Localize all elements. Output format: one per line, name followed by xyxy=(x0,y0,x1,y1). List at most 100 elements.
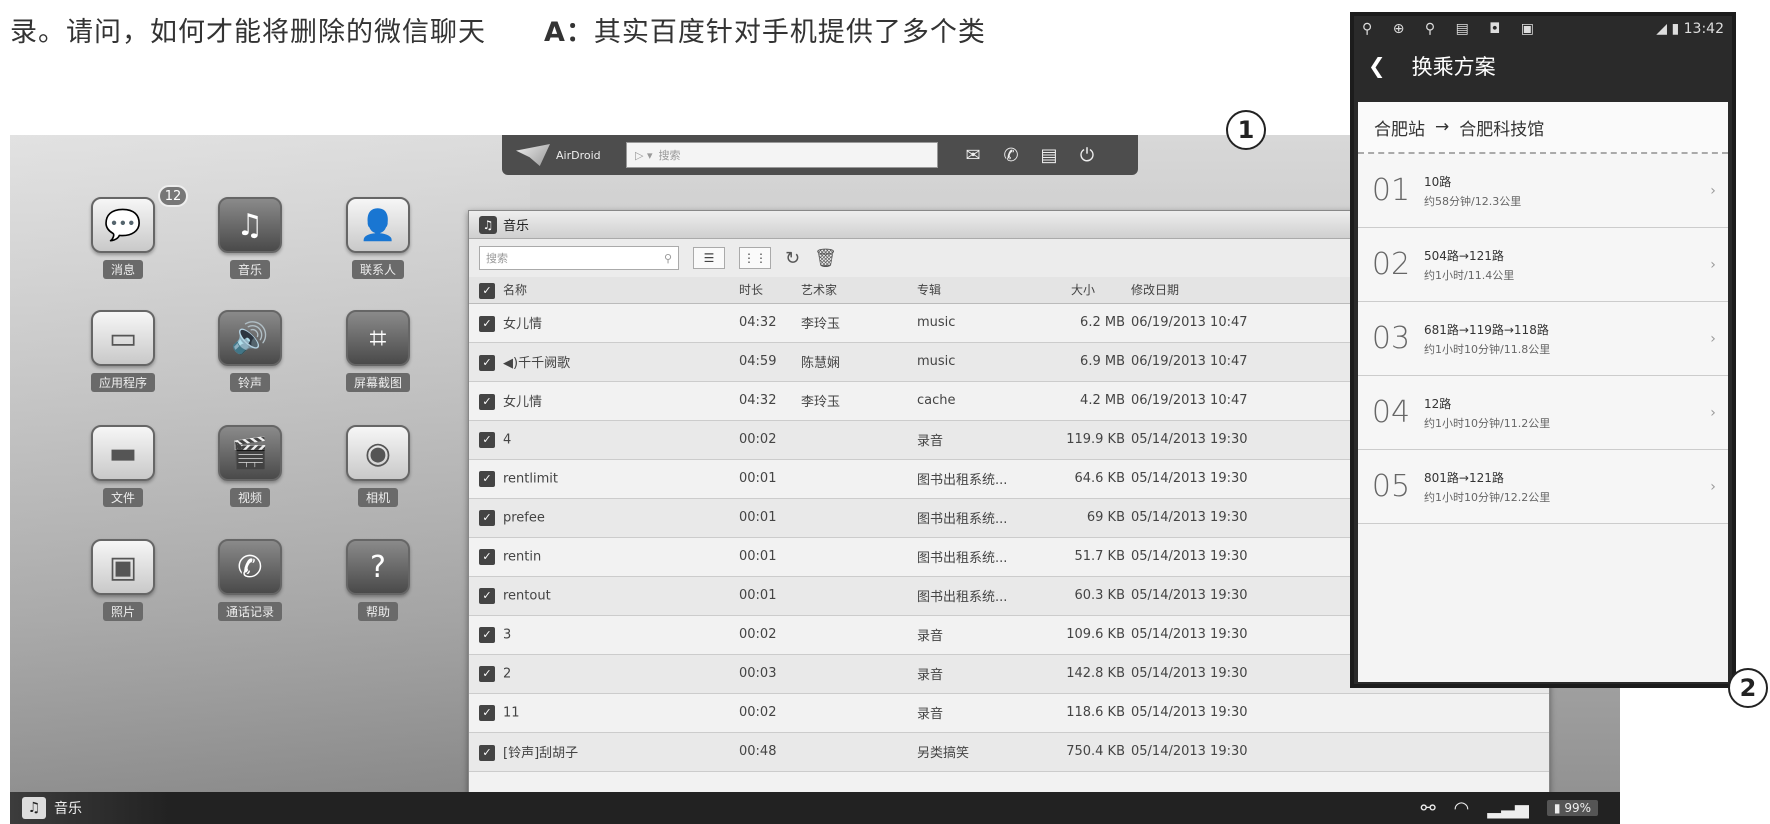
article-text-line: 录。请问，如何才能将删除的微信聊天 A：其实百度针对手机提供了多个类 xyxy=(10,10,986,49)
phone-icon[interactable]: ✆ xyxy=(1000,145,1022,166)
route-from: 合肥站 xyxy=(1374,119,1425,140)
files-app[interactable]: ▬ 文件 xyxy=(68,425,178,507)
column-duration[interactable]: 时长 xyxy=(739,277,801,304)
song-name: ✓ 11 xyxy=(469,693,739,733)
select-all-checkbox[interactable]: ✓ xyxy=(479,282,495,299)
song-album: 图书出租系统... xyxy=(917,537,1043,577)
power-icon[interactable]: ⏻ xyxy=(1076,145,1098,166)
chevron-right-icon: › xyxy=(1710,330,1716,347)
row-checkbox[interactable]: ✓ xyxy=(479,470,495,487)
search-icon[interactable]: ⚲ xyxy=(664,252,672,265)
column-name[interactable]: ✓ 名称 xyxy=(469,277,739,304)
plan-number: 01 xyxy=(1371,173,1411,208)
column-artist[interactable]: 艺术家 xyxy=(801,277,917,304)
photos-app[interactable]: ▣ 照片 xyxy=(68,539,178,621)
grid-view-button[interactable]: ⋮⋮ xyxy=(739,247,771,269)
song-album: 录音 xyxy=(917,693,1043,733)
song-name: ✓ ◀)千千阙歌 xyxy=(469,342,739,382)
video-app[interactable]: 🎬 视频 xyxy=(195,425,305,507)
phone-status-right: ◢ ▮ 13:42 xyxy=(1656,21,1724,37)
messages-app[interactable]: 💬 12 消息 xyxy=(68,185,188,279)
row-checkbox[interactable]: ✓ xyxy=(479,509,495,526)
transfer-plan-item[interactable]: 01 10路 约58分钟/12.3公里 › xyxy=(1358,154,1728,228)
song-modified: 05/14/2013 19:30 xyxy=(1131,498,1287,538)
unread-badge: 12 xyxy=(158,185,188,207)
plan-bus-lines: 504路→121路 xyxy=(1424,248,1504,263)
song-modified: 05/14/2013 19:30 xyxy=(1131,654,1287,694)
song-name: ✓ prefee xyxy=(469,498,739,538)
song-size: 60.3 KB xyxy=(1043,576,1131,616)
row-checkbox[interactable]: ✓ xyxy=(479,626,495,643)
row-checkbox[interactable]: ✓ xyxy=(479,665,495,682)
search-scope-icon[interactable]: ▷ ▾ xyxy=(635,149,652,162)
song-name: ✓ rentin xyxy=(469,537,739,577)
back-icon[interactable]: ❮ xyxy=(1368,54,1386,78)
screenshot-app-icon: ⌗ xyxy=(346,310,410,366)
camera-app[interactable]: ◉ 相机 xyxy=(323,425,433,507)
music-window-title: 音乐 xyxy=(503,219,530,234)
transfer-plan-item[interactable]: 03 681路→119路→118路 约1小时10分钟/11.8公里 › xyxy=(1358,302,1728,376)
row-checkbox[interactable]: ✓ xyxy=(479,587,495,604)
plan-duration-distance: 约1小时10分钟/11.2公里 xyxy=(1424,416,1551,430)
app-label: 相机 xyxy=(357,488,398,507)
music-search-input[interactable]: 搜索 ⚲ xyxy=(479,246,679,270)
row-checkbox[interactable]: ✓ xyxy=(479,316,495,333)
article-text-left: 录。请问，如何才能将删除的微信聊天 xyxy=(10,17,486,48)
song-duration: 00:02 xyxy=(739,615,801,655)
row-checkbox[interactable]: ✓ xyxy=(479,431,495,448)
plan-bus-lines: 10路 xyxy=(1424,174,1452,189)
song-duration: 04:32 xyxy=(739,303,801,343)
row-checkbox[interactable]: ✓ xyxy=(479,548,495,565)
transfer-plan-item[interactable]: 04 12路 约1小时10分钟/11.2公里 › xyxy=(1358,376,1728,450)
row-checkbox[interactable]: ✓ xyxy=(479,394,495,411)
link-icon[interactable]: ⚯ xyxy=(1421,798,1436,819)
plan-list: 01 10路 约58分钟/12.3公里 › 02 504路→121路 约1小时/11.4公里… xyxy=(1358,154,1728,524)
transfer-plan-item[interactable]: 05 801路→121路 约1小时10分钟/12.2公里 › xyxy=(1358,450,1728,524)
song-size: 51.7 KB xyxy=(1043,537,1131,577)
song-duration: 00:03 xyxy=(739,654,801,694)
plan-bus-lines: 12路 xyxy=(1424,396,1452,411)
taskbar-music-item[interactable]: ♫ 音乐 xyxy=(10,792,170,824)
contacts-app[interactable]: 👤 联系人 xyxy=(323,197,433,279)
phone-header: ❮ 换乘方案 xyxy=(1354,42,1732,90)
table-row[interactable]: ✓ 11 00:02 录音 118.6 KB 05/14/2013 19:30 xyxy=(469,693,1549,733)
article-text-right: 其实百度针对手机提供了多个类 xyxy=(593,17,986,48)
global-search-placeholder: 搜索 xyxy=(658,149,681,162)
table-row[interactable]: ✓ [铃声]刮胡子 00:48 另类搞笑 750.4 KB 05/14/2013 19:3… xyxy=(469,732,1549,772)
song-modified: 05/14/2013 19:30 xyxy=(1131,537,1287,577)
apps-app[interactable]: ▭ 应用程序 xyxy=(68,310,178,392)
app-label: 屏幕截图 xyxy=(345,373,410,392)
airdroid-logo-icon xyxy=(516,144,550,166)
call-log-app[interactable]: ✆ 通话记录 xyxy=(195,539,305,621)
global-search-input[interactable]: ▷ ▾ 搜索 xyxy=(626,142,938,168)
song-album: music xyxy=(917,303,1043,343)
column-size[interactable]: 大小 xyxy=(1043,277,1131,304)
row-checkbox[interactable]: ✓ xyxy=(479,745,495,762)
music-app[interactable]: ♫ 音乐 xyxy=(195,197,305,279)
song-name: ✓ rentout xyxy=(469,576,739,616)
list-view-button[interactable]: ☰ xyxy=(693,247,725,269)
song-size: 69 KB xyxy=(1043,498,1131,538)
photos-app-icon: ▣ xyxy=(91,539,155,595)
phone-status-bar: ⚲ ⊕ ⚲ ▤ ◘ ▣ ◢ ▮ 13:42 xyxy=(1354,16,1732,42)
taskbar-item-label: 音乐 xyxy=(54,801,82,817)
column-modified[interactable]: 修改日期 xyxy=(1131,277,1287,304)
airdroid-logo[interactable]: AirDroid xyxy=(516,144,626,166)
plan-number: 02 xyxy=(1371,247,1411,282)
row-checkbox[interactable]: ✓ xyxy=(479,704,495,721)
mail-icon[interactable]: ✉ xyxy=(962,145,984,166)
transfer-plan-item[interactable]: 02 504路→121路 约1小时/11.4公里 › xyxy=(1358,228,1728,302)
song-name: ✓ [铃声]刮胡子 xyxy=(469,732,739,772)
chevron-right-icon: › xyxy=(1710,256,1716,273)
ringtones-app[interactable]: 🔊 铃声 xyxy=(195,310,305,392)
route-arrow-icon: → xyxy=(1435,117,1450,137)
row-checkbox[interactable]: ✓ xyxy=(479,355,495,372)
column-album[interactable]: 专辑 xyxy=(917,277,1043,304)
help-app[interactable]: ? 帮助 xyxy=(323,539,433,621)
delete-icon[interactable]: 🗑 xyxy=(814,248,837,269)
screenshot-app[interactable]: ⌗ 屏幕截图 xyxy=(323,310,433,392)
refresh-icon[interactable]: ↻ xyxy=(785,248,800,269)
help-app-icon: ? xyxy=(346,539,410,595)
sms-icon[interactable]: ▤ xyxy=(1038,145,1060,166)
song-modified: 05/14/2013 19:30 xyxy=(1131,576,1287,616)
